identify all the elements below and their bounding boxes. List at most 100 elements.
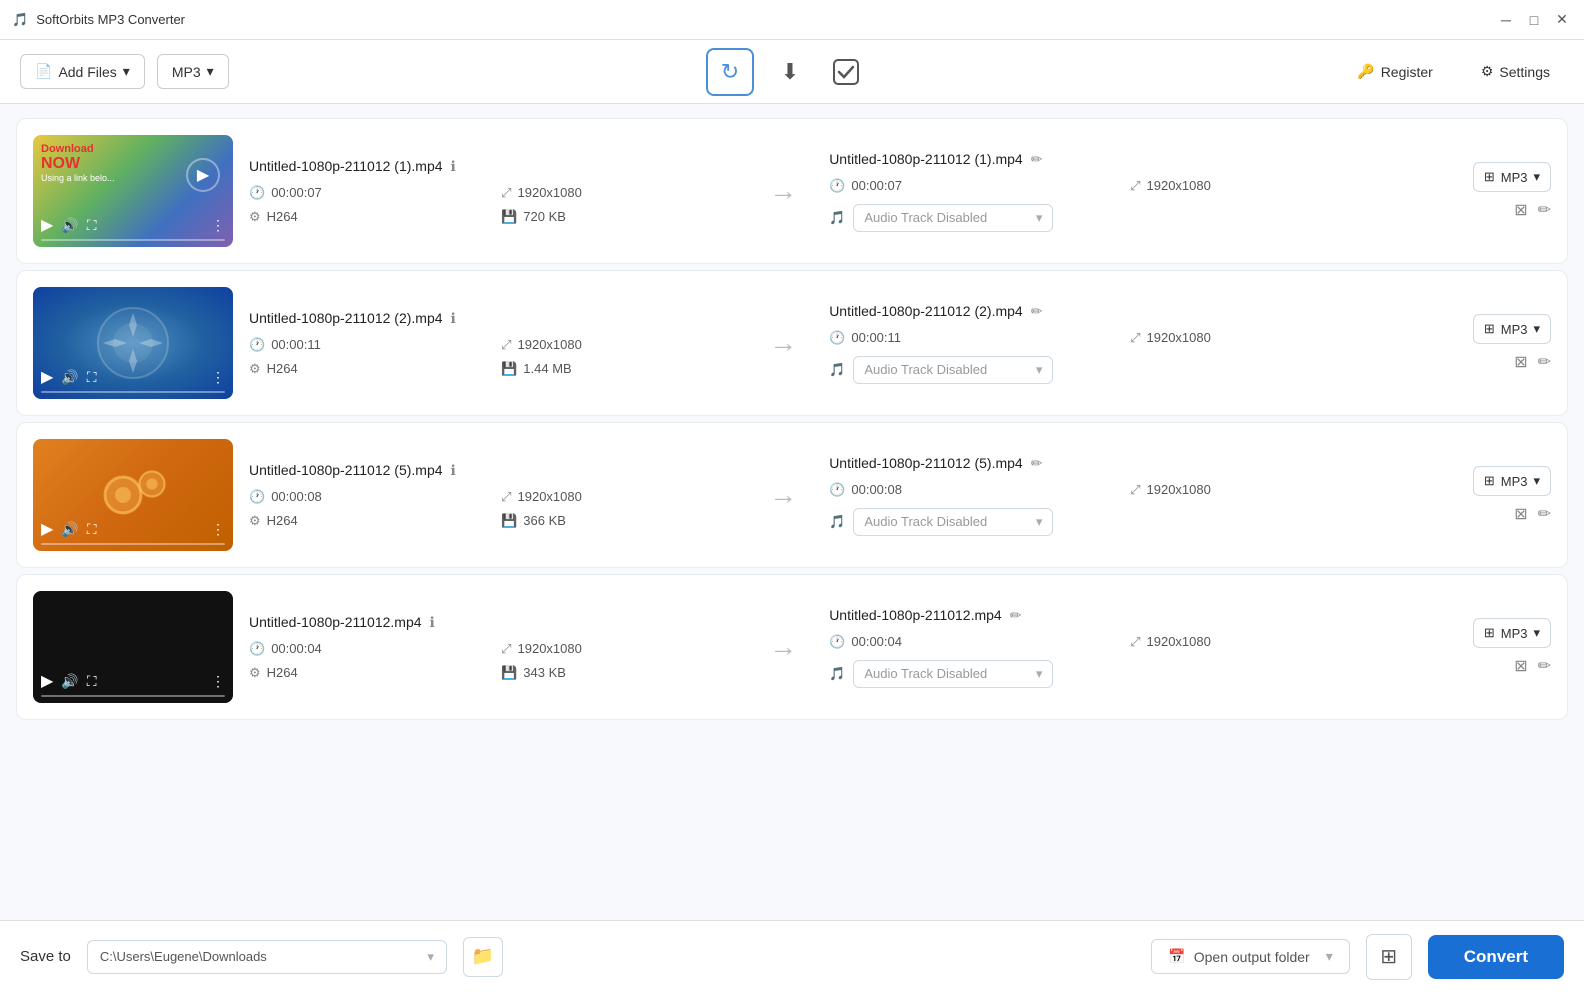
play-button-2[interactable]: ▶	[41, 367, 53, 387]
source-resolution-3: ⤢ 1920x1080	[501, 489, 737, 505]
play-button-1[interactable]: ▶	[41, 215, 53, 235]
audio-row-4: 🎵 Audio Track Disabled ▾	[829, 660, 1415, 688]
volume-icon-1[interactable]: 🔊	[61, 217, 78, 234]
audio-track-selector-3[interactable]: Audio Track Disabled ▾	[853, 508, 1053, 536]
add-files-caret-icon: ▾	[123, 63, 130, 80]
edit-icon-1[interactable]: ✏	[1031, 151, 1043, 168]
file-list: Download NOW Using a link belo... ▶ ▶ 🔊 …	[0, 104, 1584, 920]
clock-icon-1: 🕐	[249, 185, 265, 201]
format-caret-icon: ▾	[207, 63, 214, 80]
info-icon-3[interactable]: ℹ	[451, 462, 456, 479]
crop-icon-4[interactable]: ⊠	[1514, 656, 1527, 676]
audio-track-selector-4[interactable]: Audio Track Disabled ▾	[853, 660, 1053, 688]
out-clock-icon-1: 🕐	[829, 178, 845, 194]
source-duration-3: 🕐 00:00:08	[249, 489, 485, 505]
crop-icon-3[interactable]: ⊠	[1514, 504, 1527, 524]
source-size-1: 💾 720 KB	[501, 209, 737, 225]
convert-button[interactable]: Convert	[1428, 935, 1564, 979]
expand-icon-2[interactable]: ⛶	[87, 369, 97, 386]
minimize-button[interactable]: ─	[1496, 10, 1516, 30]
out-clock-icon-4: 🕐	[829, 634, 845, 650]
format-selector-1[interactable]: ⊞ MP3 ▾	[1473, 162, 1551, 192]
folder-icon: 📁	[472, 946, 494, 967]
maximize-button[interactable]: □	[1524, 10, 1544, 30]
toolbar-center: ↻ ⬇	[706, 48, 866, 96]
play-button-3[interactable]: ▶	[41, 519, 53, 539]
audio-track-label-3: Audio Track Disabled	[864, 514, 987, 529]
edit-output-icon-2[interactable]: ✏	[1538, 352, 1551, 372]
output-duration-1: 🕐 00:00:07	[829, 178, 1114, 194]
more-icon-3[interactable]: ⋮	[211, 521, 225, 538]
expand-icon-3[interactable]: ⛶	[87, 521, 97, 538]
volume-icon-3[interactable]: 🔊	[61, 521, 78, 538]
refresh-button[interactable]: ↻	[706, 48, 754, 96]
settings-label: Settings	[1499, 64, 1550, 80]
more-icon-2[interactable]: ⋮	[211, 369, 225, 386]
more-icon-4[interactable]: ⋮	[211, 673, 225, 690]
thumb-overlay-4: ▶ 🔊 ⛶ ⋮	[33, 665, 233, 703]
toolbar-right: 🔑 Register ⚙ Settings	[1343, 55, 1564, 88]
output-meta-3: 🕐 00:00:08 ⤢ 1920x1080 🎵 Audio Track Dis…	[829, 482, 1415, 536]
format-selector-2[interactable]: ⊞ MP3 ▾	[1473, 314, 1551, 344]
output-resolution-1: ⤢ 1920x1080	[1130, 178, 1415, 194]
edit-icon-3[interactable]: ✏	[1031, 455, 1043, 472]
edit-icon-2[interactable]: ✏	[1031, 303, 1043, 320]
source-duration-4: 🕐 00:00:04	[249, 641, 485, 657]
edit-output-icon-4[interactable]: ✏	[1538, 656, 1551, 676]
source-filename-3: Untitled-1080p-211012 (5).mp4	[249, 462, 443, 478]
grid-view-button[interactable]: ⊞	[1366, 934, 1412, 980]
crop-icon-2[interactable]: ⊠	[1514, 352, 1527, 372]
check-button[interactable]	[826, 52, 866, 92]
browse-folder-button[interactable]: 📁	[463, 937, 503, 977]
format-col-4: ⊞ MP3 ▾ ⊠ ✏	[1431, 618, 1551, 676]
format-selector-4[interactable]: ⊞ MP3 ▾	[1473, 618, 1551, 648]
close-button[interactable]: ✕	[1552, 10, 1572, 30]
output-name-row-1: Untitled-1080p-211012 (1).mp4 ✏	[829, 151, 1415, 168]
info-icon-2[interactable]: ℹ	[451, 310, 456, 327]
settings-button[interactable]: ⚙ Settings	[1467, 55, 1564, 88]
crop-icon-1[interactable]: ⊠	[1514, 200, 1527, 220]
play-button-4[interactable]: ▶	[41, 671, 53, 691]
register-label: Register	[1381, 64, 1433, 80]
download-icon: ⬇	[781, 59, 799, 85]
source-size-2: 💾 1.44 MB	[501, 361, 737, 377]
title-bar-controls: ─ □ ✕	[1496, 10, 1572, 30]
volume-icon-4[interactable]: 🔊	[61, 673, 78, 690]
format-selector-3[interactable]: ⊞ MP3 ▾	[1473, 466, 1551, 496]
edit-icon-4[interactable]: ✏	[1010, 607, 1022, 624]
format-selector-button[interactable]: MP3 ▾	[157, 54, 229, 89]
format-caret-icon-1: ▾	[1533, 169, 1540, 185]
source-duration-1: 🕐 00:00:07	[249, 185, 485, 201]
edit-output-icon-1[interactable]: ✏	[1538, 200, 1551, 220]
expand-icon-1[interactable]: ⛶	[87, 217, 97, 234]
format-grid-icon-2: ⊞	[1484, 321, 1495, 337]
audio-track-selector-2[interactable]: Audio Track Disabled ▾	[853, 356, 1053, 384]
source-info-1: Untitled-1080p-211012 (1).mp4 ℹ 🕐 00:00:…	[249, 158, 737, 225]
edit-output-icon-3[interactable]: ✏	[1538, 504, 1551, 524]
source-codec-3: ⚙ H264	[249, 513, 485, 529]
size-icon-4: 💾	[501, 665, 517, 681]
info-icon-1[interactable]: ℹ	[451, 158, 456, 175]
output-filename-3: Untitled-1080p-211012 (5).mp4	[829, 455, 1023, 471]
download-button[interactable]: ⬇	[770, 52, 810, 92]
info-icon-4[interactable]: ℹ	[430, 614, 435, 631]
open-output-button[interactable]: 📅 Open output folder ▾	[1151, 939, 1349, 974]
add-files-button[interactable]: 📄 Add Files ▾	[20, 54, 145, 89]
output-meta-2: 🕐 00:00:11 ⤢ 1920x1080 🎵 Audio Track Dis…	[829, 330, 1415, 384]
more-icon-1[interactable]: ⋮	[211, 217, 225, 234]
register-button[interactable]: 🔑 Register	[1343, 55, 1447, 88]
output-name-row-2: Untitled-1080p-211012 (2).mp4 ✏	[829, 303, 1415, 320]
output-resolution-2: ⤢ 1920x1080	[1130, 330, 1415, 346]
audio-track-selector-1[interactable]: Audio Track Disabled ▾	[853, 204, 1053, 232]
format-col-2: ⊞ MP3 ▾ ⊠ ✏	[1431, 314, 1551, 372]
expand-icon-4[interactable]: ⛶	[87, 673, 97, 690]
progress-bar-2	[41, 391, 225, 393]
save-path-caret-icon: ▾	[427, 949, 434, 965]
settings-icon: ⚙	[1481, 63, 1494, 80]
format-label: MP3	[172, 64, 201, 80]
size-icon-1: 💾	[501, 209, 517, 225]
volume-icon-2[interactable]: 🔊	[61, 369, 78, 386]
thumbnail-4: ▶ 🔊 ⛶ ⋮	[33, 591, 233, 703]
progress-bar-1	[41, 239, 225, 241]
save-path-selector[interactable]: C:\Users\Eugene\Downloads ▾	[87, 940, 447, 974]
